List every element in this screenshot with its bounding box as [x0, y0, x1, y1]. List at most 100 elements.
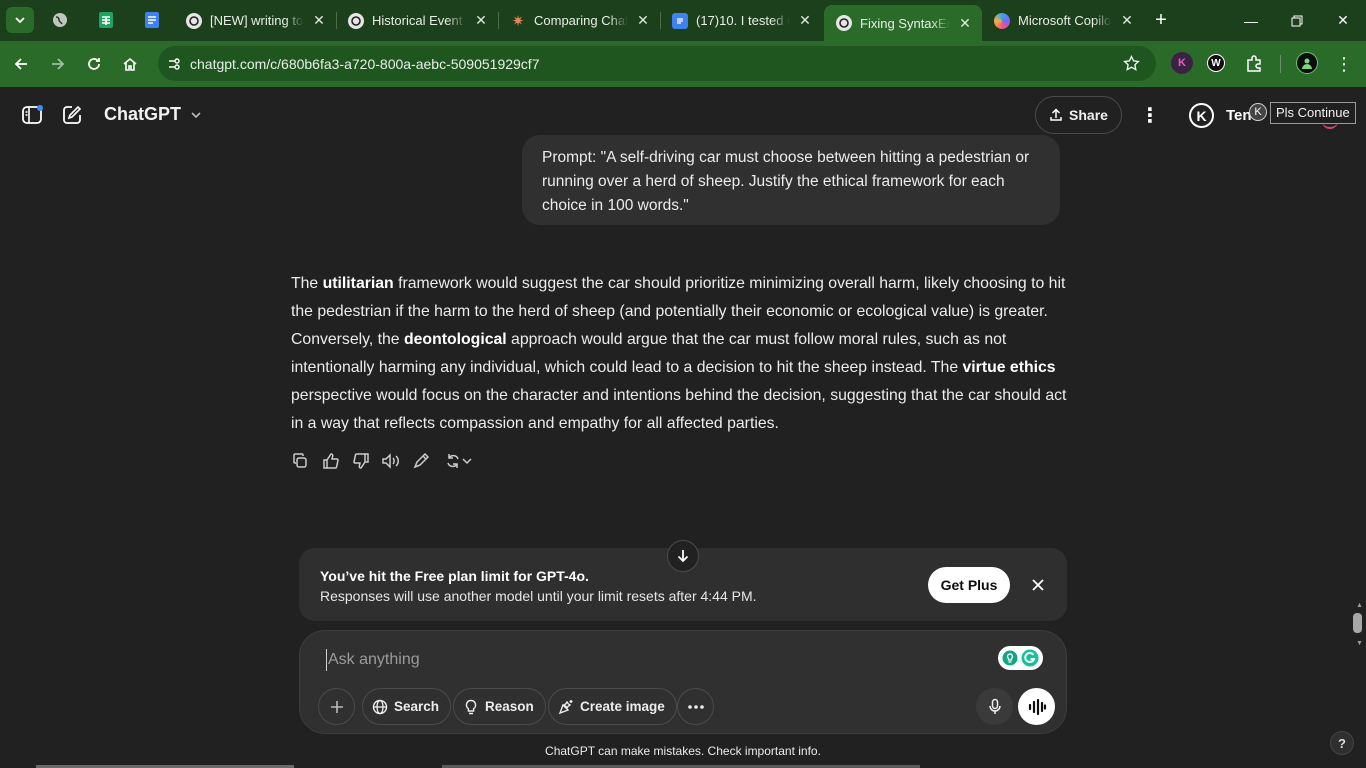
scroll-down-arrow[interactable]: ▼ — [1356, 640, 1363, 647]
text-span: The — [291, 275, 323, 292]
close-icon[interactable]: ✕ — [634, 12, 652, 29]
tab-fixing-syntax-error[interactable]: Fixing SyntaxErro ✕ — [824, 5, 982, 41]
grammarly-icon — [1021, 649, 1039, 667]
plus-icon — [330, 700, 343, 713]
arrow-down-icon — [677, 550, 689, 563]
home-button[interactable] — [114, 48, 146, 80]
copilot-icon — [994, 12, 1010, 29]
voice-waveform-icon — [1028, 698, 1046, 715]
tab-copilot[interactable]: Microsoft Copilot ✕ — [982, 5, 1144, 36]
back-button[interactable] — [5, 48, 37, 80]
avatar-icon — [1302, 58, 1312, 69]
close-icon — [1032, 579, 1044, 591]
tab-comparing[interactable]: ✷ Comparing ChatG ✕ — [498, 5, 660, 36]
grammarly-widget[interactable] — [998, 646, 1043, 670]
profile-avatar[interactable] — [1296, 52, 1318, 74]
lightbulb-icon — [1002, 650, 1018, 666]
image-sparkle-icon — [558, 699, 573, 714]
attach-button[interactable] — [318, 688, 355, 725]
thumbs-down-icon — [353, 453, 369, 469]
disclaimer: ChatGPT can make mistakes. Check importa… — [545, 744, 821, 758]
extensions-button[interactable] — [1238, 48, 1270, 80]
tab-tested[interactable]: (17)10. I tested C ✕ — [660, 5, 822, 36]
bad-response-button[interactable] — [350, 450, 372, 472]
pen-sparkle-icon — [413, 452, 430, 469]
forward-arrow-icon — [52, 58, 65, 70]
site-info-icon[interactable] — [166, 56, 182, 72]
pinned-tab-docs[interactable] — [138, 7, 166, 33]
edit-in-canvas-button[interactable] — [410, 450, 432, 472]
extension-label: K — [1178, 57, 1186, 69]
extension-label: W — [1211, 57, 1221, 69]
ellipsis-icon — [687, 704, 704, 709]
tab-title: Microsoft Copilot — [1018, 13, 1112, 28]
reload-button[interactable] — [78, 48, 110, 80]
text-span: perspective would focus on the character… — [291, 387, 1067, 432]
forward-button[interactable] — [42, 48, 74, 80]
window-close-button[interactable]: ✕ — [1320, 0, 1366, 41]
globe-icon — [53, 13, 67, 27]
share-button[interactable]: Share — [1035, 96, 1122, 134]
extension-w-icon[interactable]: W — [1207, 54, 1225, 72]
more-tools-button[interactable] — [677, 688, 714, 725]
model-selector[interactable]: ChatGPT — [104, 104, 202, 125]
user-message: Prompt: "A self-driving car must choose … — [522, 135, 1060, 225]
voice-mode-button[interactable] — [1018, 688, 1055, 725]
extension-badge-icon[interactable]: K — [1249, 103, 1267, 121]
address-bar[interactable]: chatgpt.com/c/680b6fa3-a720-800a-aebc-50… — [158, 46, 1156, 81]
close-icon[interactable]: ✕ — [956, 15, 974, 32]
browser-toolbar: chatgpt.com/c/680b6fa3-a720-800a-aebc-50… — [0, 41, 1366, 87]
good-response-button[interactable] — [320, 450, 342, 472]
copy-button[interactable] — [289, 450, 311, 472]
sidebar-toggle-button[interactable] — [20, 103, 44, 127]
message-input[interactable]: Ask anything — [326, 649, 926, 671]
tab-search-button[interactable] — [6, 7, 34, 33]
pinned-tab-sheets[interactable] — [92, 7, 120, 33]
regenerate-button[interactable] — [441, 450, 475, 472]
restore-button[interactable] — [1274, 0, 1320, 41]
new-chat-button[interactable] — [60, 103, 84, 127]
read-aloud-button[interactable] — [380, 450, 402, 472]
close-icon[interactable]: ✕ — [310, 12, 328, 29]
close-icon[interactable]: ✕ — [472, 12, 490, 29]
reason-button[interactable]: Reason — [453, 688, 546, 725]
browser-menu-button[interactable]: ⋮ — [1328, 48, 1360, 80]
conversation-options-button[interactable]: ⋮ — [1138, 103, 1162, 127]
user-avatar[interactable]: K — [1189, 103, 1214, 128]
home-icon — [123, 57, 137, 71]
create-image-button[interactable]: Create image — [548, 688, 677, 725]
close-icon[interactable]: ✕ — [1118, 12, 1136, 29]
extension-k-icon[interactable]: K — [1171, 52, 1193, 74]
tab-historical-event[interactable]: Historical Event V ✕ — [336, 5, 498, 36]
model-name-label: ChatGPT — [104, 104, 182, 124]
browser-tab-strip: [NEW] writing to ✕ Historical Event V ✕ … — [0, 0, 1366, 41]
kebab-menu-icon: ⋮ — [1335, 53, 1353, 74]
minimize-button[interactable]: — — [1228, 0, 1274, 41]
sheets-icon — [99, 12, 113, 28]
pinned-tab-globe[interactable] — [46, 7, 74, 33]
tab-title: (17)10. I tested C — [696, 13, 790, 28]
new-tab-button[interactable]: + — [1147, 7, 1175, 33]
scroll-to-bottom-button[interactable] — [667, 540, 699, 572]
scroll-up-arrow[interactable]: ▲ — [1356, 602, 1363, 609]
reason-label: Reason — [485, 699, 534, 714]
copy-icon — [293, 453, 307, 468]
tab-writing[interactable]: [NEW] writing to ✕ — [174, 5, 336, 36]
puzzle-icon — [1247, 55, 1261, 72]
minimize-icon: — — [1244, 12, 1258, 29]
dismiss-banner-button[interactable] — [1028, 575, 1048, 595]
tab-title: [NEW] writing to — [210, 13, 304, 28]
docs-icon — [145, 12, 159, 28]
scrollbar-thumb[interactable] — [1353, 613, 1362, 633]
close-icon[interactable]: ✕ — [796, 12, 814, 29]
search-button[interactable]: Search — [362, 688, 452, 725]
tab-title: Fixing SyntaxErro — [860, 15, 950, 31]
bold-text: deontological — [403, 331, 507, 348]
dictate-button[interactable] — [976, 688, 1013, 725]
chevron-down-icon — [15, 17, 25, 24]
get-plus-button[interactable]: Get Plus — [928, 567, 1010, 603]
bookmark-star-icon[interactable] — [1123, 55, 1140, 72]
compose-icon — [63, 105, 82, 124]
help-button[interactable]: ? — [1330, 731, 1354, 755]
plus-icon: + — [1155, 8, 1167, 31]
